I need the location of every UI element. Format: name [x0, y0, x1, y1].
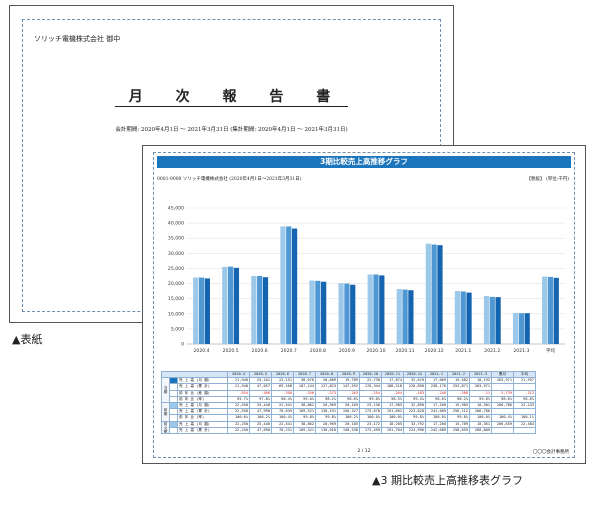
- bar: [367, 274, 373, 344]
- bar: [512, 312, 519, 344]
- y-tick-label: 35,000: [168, 236, 184, 242]
- table-cell: 70,231: [271, 426, 294, 434]
- bar: [233, 267, 240, 344]
- table-cell: 242,689: [425, 426, 448, 434]
- bar: [193, 277, 199, 344]
- bar: [547, 276, 554, 344]
- x-tick-label: 2020.5: [223, 348, 239, 354]
- bar: [257, 276, 263, 344]
- table-cell: 268,809: [469, 426, 492, 434]
- y-tick-label: 40,000: [168, 221, 184, 227]
- cover-caption: ▲表紙: [12, 333, 43, 346]
- table-cell: 191,704: [381, 426, 404, 434]
- report-caption: ▲3 期比較売上高推移表グラフ: [372, 474, 523, 487]
- table-cell: 22,250: [227, 426, 250, 434]
- y-tick-label: 15,000: [168, 296, 184, 302]
- y-tick-label: 30,000: [168, 251, 184, 257]
- x-tick-label: 2021.3: [513, 348, 529, 354]
- bar: [396, 288, 402, 344]
- x-tick-label: 2020.9: [339, 348, 355, 354]
- bar: [350, 284, 356, 344]
- report-unit: 【税抜】 (単位:千円): [526, 177, 569, 182]
- bar: [524, 313, 530, 344]
- bar: [553, 277, 559, 344]
- bar: [222, 266, 228, 344]
- bar: [408, 290, 414, 344]
- bar: [309, 280, 315, 344]
- bar: [454, 291, 461, 344]
- bar: [373, 274, 379, 344]
- table-row-label: 売 上 高 (累 計): [177, 426, 228, 434]
- bar: [280, 226, 286, 344]
- table-cell: 150,336: [337, 426, 360, 434]
- y-tick-label: 20,000: [168, 281, 184, 287]
- bar: [402, 289, 408, 344]
- x-tick-label: 平均: [546, 347, 556, 354]
- y-tick-label: 10,000: [168, 311, 184, 317]
- table-cell: 224,996: [403, 426, 426, 434]
- bar: [518, 313, 524, 344]
- table-cell: 173,499: [359, 426, 382, 434]
- bar: [228, 266, 234, 344]
- cover-title-text: 月 次 報 告 書: [114, 89, 349, 107]
- series-swatch: [169, 426, 178, 434]
- table-cell: 47,690: [249, 426, 272, 434]
- bar: [251, 276, 257, 344]
- bar: [338, 283, 344, 344]
- bar: [379, 275, 385, 344]
- cover-title: 月 次 報 告 書: [10, 86, 453, 107]
- bar: [466, 292, 472, 344]
- bar: [286, 226, 292, 344]
- x-tick-label: 2020.8: [310, 348, 326, 354]
- cover-company: ソリッチ電機株式会社 御中: [34, 35, 121, 43]
- x-tick-label: 2021.2: [484, 348, 500, 354]
- x-tick-label: 2020.7: [281, 348, 297, 354]
- table-cell: 258,659: [447, 426, 470, 434]
- bar: [495, 297, 501, 344]
- table-group-label: 当期: [161, 377, 170, 403]
- table-row: 売 上 高 (累 計) 22,250 47,690 70,231 109,321 130,…: [162, 426, 536, 434]
- bar: [483, 295, 490, 344]
- table-cell: 109,321: [293, 426, 316, 434]
- table-cell: [491, 426, 514, 434]
- x-tick-label: 2020.10: [367, 348, 386, 354]
- x-tick-label: 2020.12: [425, 348, 444, 354]
- cover-period: 会計期間: 2020年4月1日 ～ 2021年3月31日 (集計期間: 2020…: [115, 127, 348, 133]
- bar: [344, 283, 350, 344]
- x-tick-label: 2020.11: [396, 348, 415, 354]
- bar: [489, 296, 495, 344]
- bar: [315, 280, 321, 344]
- bar: [291, 228, 298, 344]
- bar: [431, 244, 437, 344]
- sales-bar-chart: 0 5,000 10,000 15,000 20,000 25,000 30,000 35,0…: [168, 206, 565, 354]
- data-table-wrap: 2020.4 2020.5 2020.6 2020.7 2020.8 2020.9 2020…: [161, 370, 536, 434]
- y-tick-label: 45,000: [168, 206, 184, 212]
- bar: [262, 277, 269, 344]
- page-number: 2 / 12: [357, 449, 371, 454]
- data-table: 2020.4 2020.5 2020.6 2020.7 2020.8 2020.9 2020…: [161, 370, 536, 434]
- report-title: 3期比較売上高推移グラフ: [157, 156, 571, 168]
- report-company-line: 0001-0000 ソリッチ電機株式会社 (2020年4月1日～2021年3月3…: [157, 177, 302, 182]
- bar: [425, 243, 431, 344]
- table-cell: [513, 426, 536, 434]
- firm-name: 〇〇〇会計事務所: [533, 450, 569, 455]
- bar: [198, 277, 205, 344]
- table-cell: 130,010: [315, 426, 338, 434]
- bar: [460, 291, 466, 344]
- bar: [321, 281, 327, 344]
- y-tick-label: 5,000: [171, 326, 184, 332]
- table-group-label: 前期: [161, 401, 170, 422]
- x-tick-label: 2021.1: [455, 348, 471, 354]
- x-tick-label: 2020.4: [193, 348, 209, 354]
- y-tick-label: 0: [181, 342, 184, 348]
- x-tick-label: 2020.6: [252, 348, 268, 354]
- bar: [542, 276, 548, 344]
- bar: [204, 278, 210, 344]
- bar: [437, 245, 443, 344]
- y-tick-label: 25,000: [168, 266, 184, 272]
- report-page: 3期比較売上高推移グラフ 0001-0000 ソリッチ電機株式会社 (2020年…: [142, 145, 586, 464]
- table-group-label: 前々期: [161, 420, 170, 434]
